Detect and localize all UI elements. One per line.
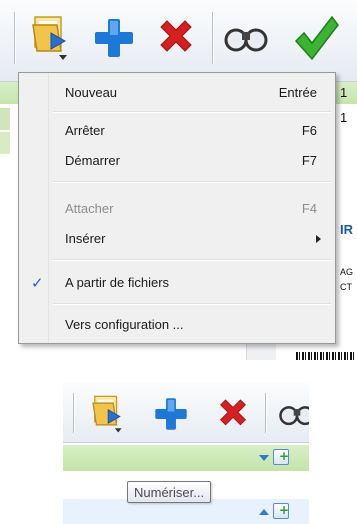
delete-button[interactable]: [150, 10, 202, 68]
check-mark-icon: ✓: [31, 275, 44, 292]
menu-separator: [53, 111, 331, 113]
search-button[interactable]: [275, 391, 309, 439]
menu-item-shortcut: Entrée: [278, 85, 317, 100]
menu-item-label: Démarrer: [65, 153, 120, 168]
open-folder-button[interactable]: [26, 10, 78, 68]
dropdown-menu: Nouveau Entrée Arrêter F6 Démarrer F7 At…: [18, 72, 336, 344]
open-folder-icon: [29, 13, 75, 66]
row-marker: [0, 132, 10, 154]
side-label: IR: [340, 222, 353, 237]
row-marker: [0, 108, 10, 130]
add-item-icon[interactable]: [273, 449, 289, 465]
menu-item-inserer[interactable]: Insérer: [21, 225, 333, 253]
menu-item-label: Attacher: [65, 201, 114, 216]
toolbar-separator: [14, 12, 15, 64]
menu-item-attacher[interactable]: Attacher F4: [21, 195, 333, 223]
toolbar-separator: [265, 393, 266, 433]
delete-icon: [214, 395, 252, 436]
menu-item-label: Arrêter: [65, 123, 105, 138]
binoculars-icon: [278, 397, 309, 434]
menu-item-a-partir-de-fichiers[interactable]: ✓ A partir de fichiers: [21, 269, 333, 297]
toolbar: [0, 0, 357, 82]
barcode-image: [296, 352, 354, 360]
add-item-icon[interactable]: [273, 503, 289, 519]
grid-cell: 1: [340, 110, 348, 125]
delete-button[interactable]: [211, 391, 255, 439]
add-button[interactable]: [88, 10, 140, 68]
menu-item-label: Insérer: [65, 231, 106, 246]
add-icon: [91, 15, 137, 64]
side-label: AG: [340, 267, 354, 277]
tooltip: Numériser...: [127, 481, 212, 503]
menu-item-label: Nouveau: [65, 85, 118, 100]
menu-item-vers-configuration[interactable]: Vers configuration ...: [21, 311, 333, 339]
menu-separator: [53, 303, 331, 305]
toolbar: [63, 383, 309, 443]
menu-separator: [53, 259, 331, 261]
toolbar-separator: [212, 12, 213, 64]
add-button[interactable]: [149, 391, 193, 439]
menu-item-label: Vers configuration ...: [65, 317, 184, 332]
chevron-up-icon[interactable]: [259, 509, 269, 515]
menu-separator: [53, 181, 331, 183]
search-button[interactable]: [220, 10, 272, 68]
open-folder-icon: [89, 393, 129, 438]
add-icon: [152, 395, 190, 436]
delete-icon: [153, 15, 199, 64]
main-window-screenshot: 1 1 IR AG CT Nouveau Entrée Arrêter F6 D…: [0, 0, 357, 360]
open-folder-button[interactable]: [87, 391, 131, 439]
submenu-arrow-icon: [316, 235, 321, 243]
menu-item-shortcut: F7: [301, 153, 317, 168]
chevron-down-icon[interactable]: [259, 455, 269, 461]
menu-item-demarrer[interactable]: Démarrer F7: [21, 147, 333, 175]
menu-item-shortcut: F4: [301, 201, 317, 216]
menu-item-shortcut: F6: [301, 123, 317, 138]
grid-cell: 1: [340, 85, 348, 100]
tooltip-screenshot: Numériser...: [63, 383, 309, 524]
validate-button[interactable]: [290, 10, 342, 68]
menu-item-arreter[interactable]: Arrêter F6: [21, 117, 333, 145]
menu-item-label: A partir de fichiers: [65, 275, 170, 290]
validate-icon: [292, 13, 340, 66]
binoculars-icon: [223, 18, 269, 61]
side-label: CT: [340, 282, 352, 292]
menu-item-nouveau[interactable]: Nouveau Entrée: [21, 79, 333, 107]
toolbar-separator: [73, 393, 74, 433]
